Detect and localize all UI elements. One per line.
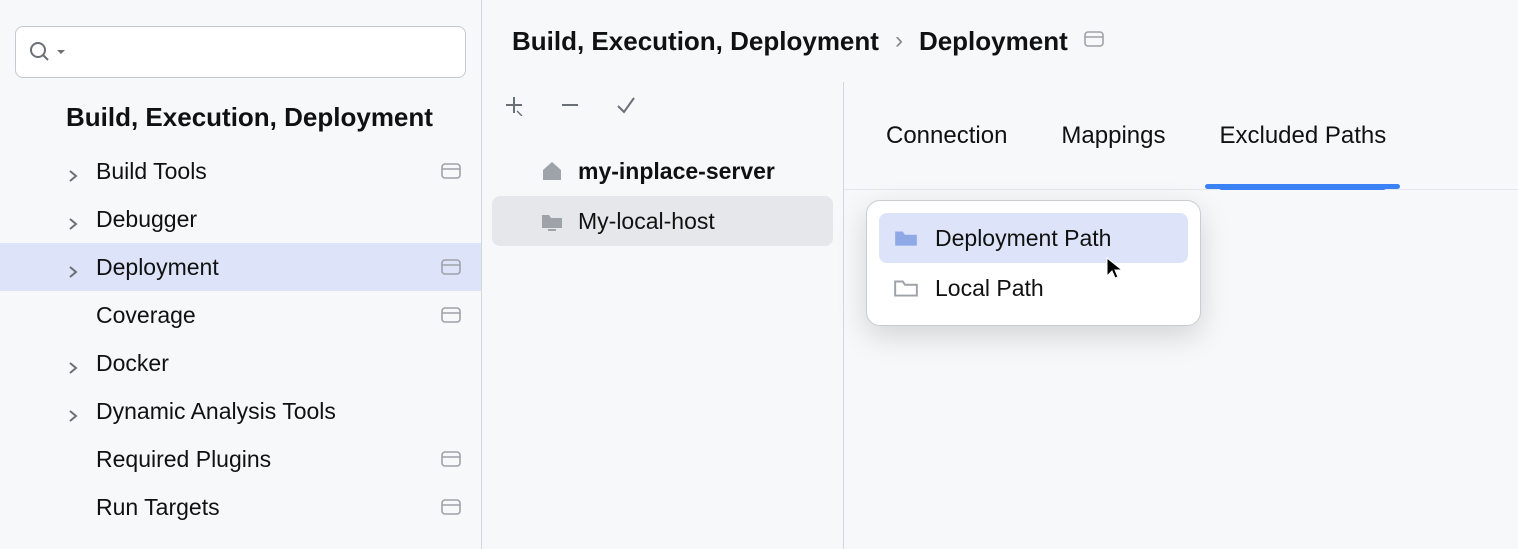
tree-label: Deployment xyxy=(96,254,219,281)
popup-label: Local Path xyxy=(935,275,1044,302)
cursor-icon xyxy=(1104,256,1128,280)
remove-server-button[interactable] xyxy=(556,91,584,119)
set-default-button[interactable] xyxy=(612,91,640,119)
popup-label: Deployment Path xyxy=(935,225,1111,252)
tree-item-dynamic-analysis[interactable]: Dynamic Analysis Tools xyxy=(0,387,481,435)
search-icon xyxy=(28,40,52,64)
chevron-down-icon xyxy=(56,47,66,57)
home-icon xyxy=(540,159,564,183)
server-toolbar xyxy=(482,82,843,128)
breadcrumb: Build, Execution, Deployment › Deploymen… xyxy=(482,0,1518,82)
settings-search[interactable] xyxy=(15,26,466,78)
tab-excluded-paths[interactable]: Excluded Paths xyxy=(1219,122,1386,168)
tree-label: Dynamic Analysis Tools xyxy=(96,398,336,425)
tree-item-coverage[interactable]: Coverage xyxy=(0,291,481,339)
settings-overlay-icon xyxy=(441,494,461,521)
tree-item-docker[interactable]: Docker xyxy=(0,339,481,387)
settings-category-title: Build, Execution, Deployment xyxy=(0,92,481,147)
settings-overlay-icon xyxy=(1084,31,1104,52)
tree-label: Docker xyxy=(96,350,169,377)
server-item-inplace[interactable]: my-inplace-server xyxy=(492,146,833,196)
tree-item-build-tools[interactable]: Build Tools xyxy=(0,147,481,195)
server-label: my-inplace-server xyxy=(578,158,775,185)
search-input[interactable] xyxy=(72,39,453,65)
add-server-button[interactable] xyxy=(500,91,528,119)
settings-overlay-icon xyxy=(441,254,461,281)
popup-item-deployment-path[interactable]: Deployment Path xyxy=(879,213,1188,263)
detail-tabs: Connection Mappings Excluded Paths xyxy=(844,82,1518,190)
tree-label: Debugger xyxy=(96,206,197,233)
tree-item-run-targets[interactable]: Run Targets xyxy=(0,483,481,531)
settings-sidebar: Build, Execution, Deployment Build Tools… xyxy=(0,0,482,549)
remote-folder-icon xyxy=(893,225,919,251)
tree-item-deployment[interactable]: Deployment xyxy=(0,243,481,291)
tree-label: Coverage xyxy=(96,302,196,329)
tree-item-debugger[interactable]: Debugger xyxy=(0,195,481,243)
settings-overlay-icon xyxy=(441,158,461,185)
chevron-right-icon xyxy=(66,354,84,372)
folder-icon xyxy=(893,275,919,301)
chevron-right-icon xyxy=(66,258,84,276)
chevron-right-icon xyxy=(66,402,84,420)
tab-connection[interactable]: Connection xyxy=(886,122,1007,168)
chevron-right-icon xyxy=(66,210,84,228)
chevron-right-icon xyxy=(66,162,84,180)
tree-item-required-plugins[interactable]: Required Plugins xyxy=(0,435,481,483)
server-item-local[interactable]: My-local-host xyxy=(492,196,833,246)
breadcrumb-root[interactable]: Build, Execution, Deployment xyxy=(512,26,879,57)
server-label: My-local-host xyxy=(578,208,715,235)
server-list-panel: my-inplace-server My-local-host xyxy=(482,82,844,549)
tree-label: Run Targets xyxy=(96,494,220,521)
tree-label: Build Tools xyxy=(96,158,207,185)
popup-item-local-path[interactable]: Local Path xyxy=(879,263,1188,313)
settings-overlay-icon xyxy=(441,302,461,329)
breadcrumb-leaf[interactable]: Deployment xyxy=(919,26,1068,57)
breadcrumb-separator: › xyxy=(895,27,903,55)
local-folder-icon xyxy=(540,209,564,233)
tab-mappings[interactable]: Mappings xyxy=(1061,122,1165,168)
tree-label: Required Plugins xyxy=(96,446,271,473)
settings-overlay-icon xyxy=(441,446,461,473)
add-path-popup: Deployment Path Local Path xyxy=(866,200,1201,326)
